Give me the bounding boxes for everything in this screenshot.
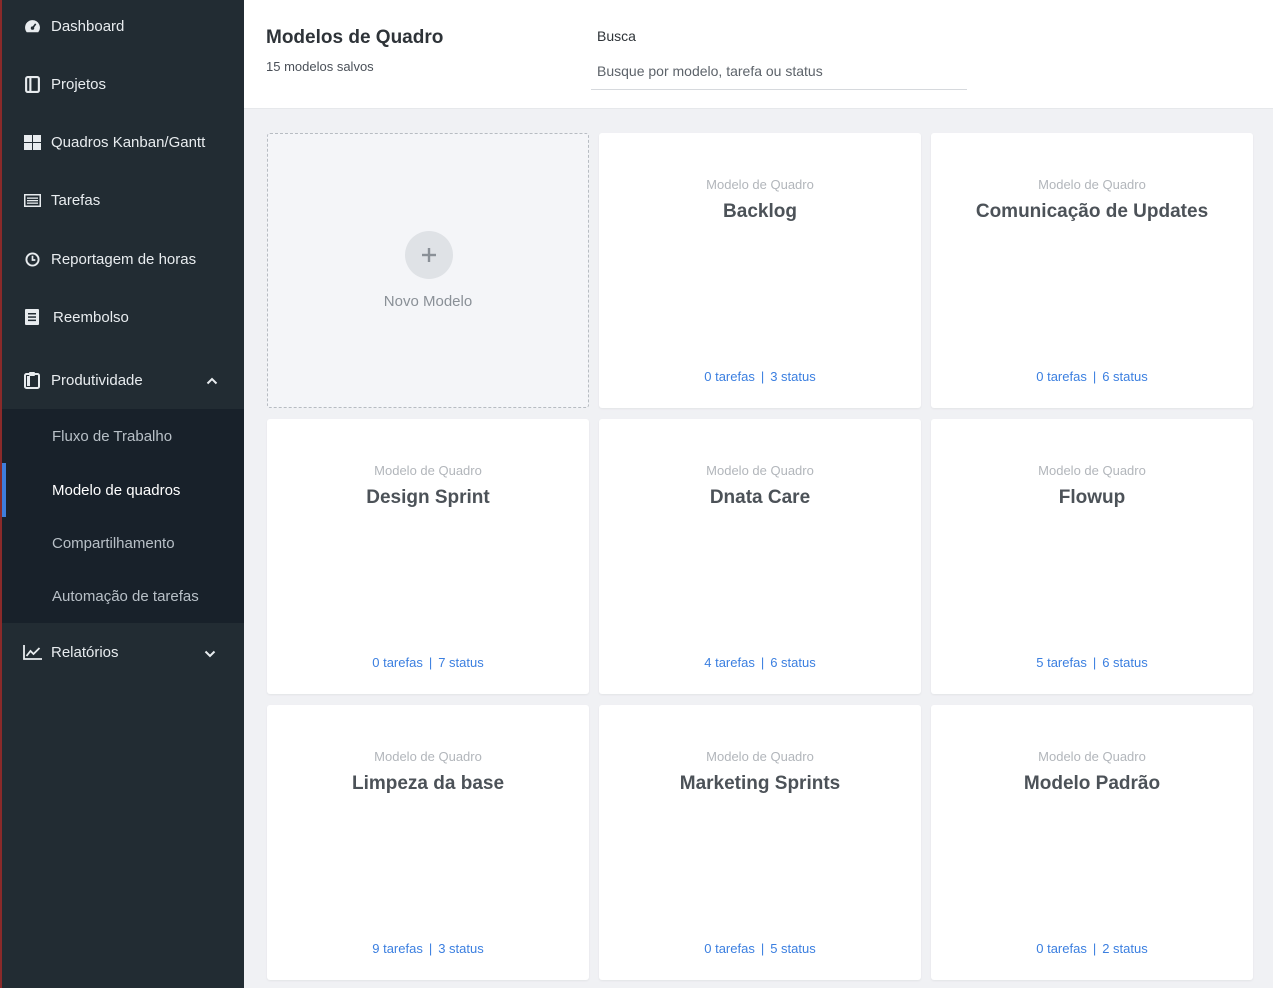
submenu-item-modelo-quadros[interactable]: Modelo de quadros (2, 463, 244, 517)
template-card[interactable]: Modelo de Quadro Comunicação de Updates … (931, 133, 1253, 408)
card-tasks-link[interactable]: 0 tarefas (704, 369, 755, 384)
card-title: Modelo Padrão (1023, 773, 1161, 794)
card-meta: 5 tarefas | 6 status (1036, 655, 1148, 670)
sidebar-item-label: Projetos (51, 75, 107, 93)
card-title: Backlog (723, 201, 797, 222)
list-icon (22, 190, 42, 210)
chevron-up-icon (206, 372, 218, 389)
card-title: Marketing Sprints (679, 773, 841, 794)
new-template-label: Novo Modelo (383, 293, 473, 310)
card-meta: 4 tarefas | 6 status (704, 655, 816, 670)
submenu-item-label: Modelo de quadros (52, 481, 181, 499)
card-kicker: Modelo de Quadro (706, 749, 814, 764)
card-status-link[interactable]: 3 status (438, 941, 484, 956)
template-card[interactable]: Modelo de Quadro Dnata Care 4 tarefas | 6 … (599, 419, 921, 694)
document-icon (22, 307, 42, 327)
card-status-link[interactable]: 5 status (770, 941, 816, 956)
sidebar-item-tarefas[interactable]: Tarefas (2, 180, 244, 220)
page-subtitle: 15 modelos salvos (266, 59, 374, 74)
card-title: Limpeza da base (351, 773, 505, 794)
card-title: Comunicação de Updates (975, 201, 1209, 222)
sidebar-item-projetos[interactable]: Projetos (2, 64, 244, 104)
card-kicker: Modelo de Quadro (374, 749, 482, 764)
book-icon (22, 74, 42, 94)
card-meta: 0 tarefas | 2 status (1036, 941, 1148, 956)
card-kicker: Modelo de Quadro (706, 463, 814, 478)
card-title: Dnata Care (709, 487, 811, 508)
sidebar-item-label: Produtividade (51, 371, 143, 389)
sidebar-item-quadros[interactable]: Quadros Kanban/Gantt (2, 122, 244, 162)
card-meta: 9 tarefas | 3 status (372, 941, 484, 956)
card-tasks-link[interactable]: 4 tarefas (704, 655, 755, 670)
clipboard-icon (22, 370, 42, 390)
submenu-item-automacao[interactable]: Automação de tarefas (2, 576, 244, 616)
card-tasks-link[interactable]: 0 tarefas (1036, 369, 1087, 384)
produtividade-submenu: Fluxo de Trabalho Modelo de quadros Comp… (2, 409, 244, 623)
line-chart-icon (22, 642, 42, 662)
card-meta: 0 tarefas | 5 status (704, 941, 816, 956)
page-title: Modelos de Quadro (266, 27, 444, 48)
template-card[interactable]: Modelo de Quadro Design Sprint 0 tarefas… (267, 419, 589, 694)
submenu-item-label: Automação de tarefas (52, 587, 199, 605)
sidebar-item-label: Reportagem de horas (51, 250, 197, 268)
sidebar-item-label: Dashboard (51, 17, 125, 35)
sidebar-item-label: Quadros Kanban/Gantt (51, 133, 206, 151)
sidebar-item-reembolso[interactable]: Reembolso (2, 297, 244, 337)
card-title: Design Sprint (366, 487, 490, 508)
card-kicker: Modelo de Quadro (1038, 749, 1146, 764)
card-tasks-link[interactable]: 0 tarefas (1036, 941, 1087, 956)
card-status-link[interactable]: 6 status (770, 655, 816, 670)
card-status-link[interactable]: 6 status (1102, 655, 1148, 670)
card-kicker: Modelo de Quadro (374, 463, 482, 478)
card-status-link[interactable]: 3 status (770, 369, 816, 384)
plus-icon (405, 231, 453, 279)
dashboard-gauge-icon (22, 16, 42, 36)
search-input[interactable] (591, 52, 967, 90)
chevron-down-icon (204, 645, 216, 662)
sidebar-item-label: Reembolso (53, 308, 129, 326)
sidebar-item-reportagem[interactable]: Reportagem de horas (2, 239, 244, 279)
card-meta: 0 tarefas | 7 status (372, 655, 484, 670)
sidebar-item-produtividade[interactable]: Produtividade (2, 360, 244, 400)
card-tasks-link[interactable]: 5 tarefas (1036, 655, 1087, 670)
card-status-link[interactable]: 6 status (1102, 369, 1148, 384)
card-status-link[interactable]: 7 status (438, 655, 484, 670)
card-kicker: Modelo de Quadro (1038, 177, 1146, 192)
sidebar: Dashboard Projetos Quadros Kanban/Gantt … (0, 0, 244, 988)
submenu-item-fluxo[interactable]: Fluxo de Trabalho (2, 416, 244, 456)
submenu-item-label: Fluxo de Trabalho (52, 427, 173, 445)
card-kicker: Modelo de Quadro (1038, 463, 1146, 478)
sidebar-item-label: Tarefas (51, 191, 101, 209)
sidebar-item-dashboard[interactable]: Dashboard (2, 6, 244, 46)
sidebar-item-label: Relatórios (51, 643, 119, 661)
template-card[interactable]: Modelo de Quadro Limpeza da base 9 taref… (267, 705, 589, 980)
grid-icon (22, 132, 42, 152)
template-card[interactable]: Modelo de Quadro Backlog 0 tarefas | 3 sta… (599, 133, 921, 408)
new-template-card[interactable]: Novo Modelo (267, 133, 589, 408)
template-card[interactable]: Modelo de Quadro Marketing Sprints 0 tar… (599, 705, 921, 980)
card-kicker: Modelo de Quadro (706, 177, 814, 192)
card-meta: 0 tarefas | 3 status (704, 369, 816, 384)
card-title: Flowup (1058, 487, 1126, 508)
sidebar-item-relatorios[interactable]: Relatórios (2, 632, 244, 672)
card-status-link[interactable]: 2 status (1102, 941, 1148, 956)
card-tasks-link[interactable]: 9 tarefas (372, 941, 423, 956)
template-card[interactable]: Modelo de Quadro Flowup 5 tarefas | 6 stat… (931, 419, 1253, 694)
submenu-item-label: Compartilhamento (52, 534, 175, 552)
clock-icon (22, 249, 42, 269)
template-card[interactable]: Modelo de Quadro Modelo Padrão 0 tarefas… (931, 705, 1253, 980)
card-tasks-link[interactable]: 0 tarefas (704, 941, 755, 956)
page-header: Modelos de Quadro 15 modelos salvos Busc… (244, 0, 1273, 109)
submenu-item-compartilhamento[interactable]: Compartilhamento (2, 523, 244, 563)
card-tasks-link[interactable]: 0 tarefas (372, 655, 423, 670)
card-meta: 0 tarefas | 6 status (1036, 369, 1148, 384)
search-label: Busca (597, 28, 636, 44)
